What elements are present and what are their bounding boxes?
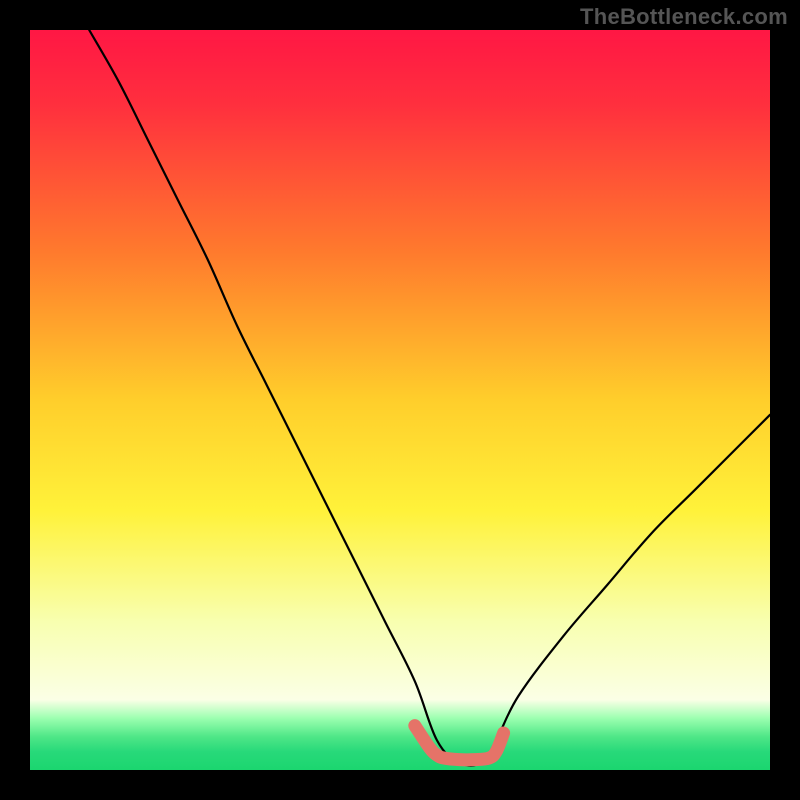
bottom-highlight	[415, 726, 504, 760]
curve-layer	[30, 30, 770, 770]
chart-frame: TheBottleneck.com	[0, 0, 800, 800]
watermark-text: TheBottleneck.com	[580, 4, 788, 30]
plot-area	[30, 30, 770, 770]
bottleneck-curve	[89, 30, 770, 766]
